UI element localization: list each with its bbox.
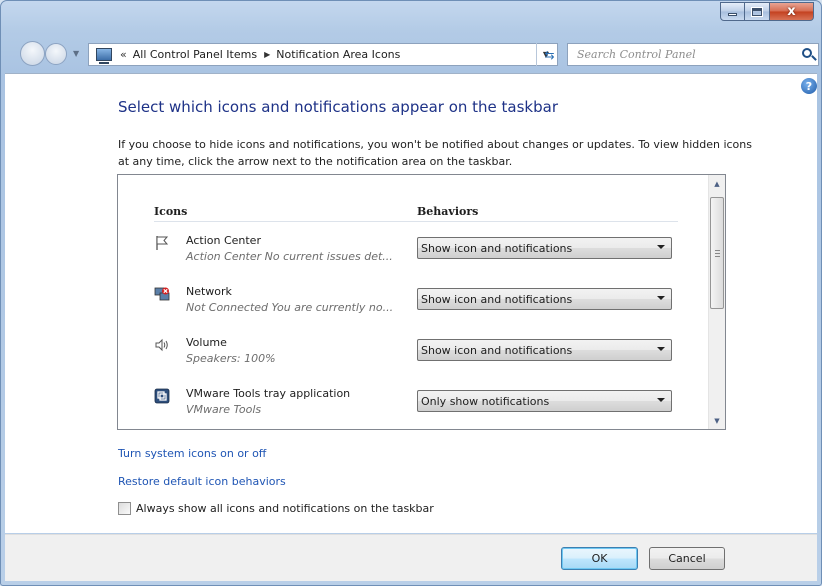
address-bar[interactable]: « All Control Panel Items ▶ Notification… <box>88 43 558 66</box>
behavior-select[interactable]: Only show notifications <box>417 390 672 412</box>
behavior-select[interactable]: Show icon and notifications <box>417 288 672 310</box>
search-icon[interactable] <box>802 48 812 58</box>
item-subtitle: Speakers: 100% <box>186 352 276 365</box>
minimize-button[interactable] <box>720 2 745 21</box>
breadcrumb-separator-icon[interactable]: ▶ <box>264 50 270 59</box>
item-name: Action Center <box>186 234 261 247</box>
ok-button[interactable]: OK <box>561 547 638 570</box>
control-panel-window: x ▼ « All Control Panel Items ▶ Notifica… <box>0 0 822 586</box>
always-show-label[interactable]: Always show all icons and notifications … <box>136 502 434 515</box>
control-panel-icon <box>96 48 112 64</box>
always-show-checkbox[interactable] <box>118 502 131 515</box>
behavior-select-value: Show icon and notifications <box>421 241 573 255</box>
item-subtitle: VMware Tools <box>186 403 262 416</box>
chevron-down-icon <box>657 398 665 402</box>
help-icon[interactable]: ? <box>801 78 817 94</box>
search-input[interactable]: Search Control Panel <box>577 48 696 61</box>
chevron-down-icon <box>657 245 665 249</box>
restore-defaults-link[interactable]: Restore default icon behaviors <box>118 475 286 488</box>
item-name: Network <box>186 285 232 298</box>
list-item: VMware Tools tray application VMware Too… <box>154 385 674 429</box>
speaker-icon <box>155 338 168 352</box>
scroll-up-icon[interactable]: ▲ <box>709 175 725 192</box>
breadcrumb-overflow[interactable]: « <box>120 48 127 61</box>
item-name: Volume <box>186 336 227 349</box>
dialog-footer: OK Cancel <box>5 534 817 581</box>
behavior-select-value: Only show notifications <box>421 394 550 408</box>
maximize-button[interactable] <box>745 2 770 21</box>
content-area: ? Select which icons and notifications a… <box>5 73 817 533</box>
chevron-down-icon <box>657 296 665 300</box>
search-box[interactable]: Search Control Panel <box>567 43 819 66</box>
forward-button[interactable] <box>45 43 67 65</box>
icons-list: Icons Behaviors Action Center Action Cen… <box>117 174 726 430</box>
behavior-select-value: Show icon and notifications <box>421 292 573 306</box>
turn-system-icons-link[interactable]: Turn system icons on or off <box>118 447 266 460</box>
scroll-thumb[interactable] <box>710 197 724 309</box>
item-subtitle: Not Connected You are currently no... <box>186 301 394 314</box>
always-show-option[interactable]: Always show all icons and notifications … <box>118 502 434 515</box>
breadcrumb-notification-area-icons[interactable]: Notification Area Icons <box>276 48 400 61</box>
breadcrumb-all-items[interactable]: All Control Panel Items <box>133 48 257 61</box>
scroll-grip-icon <box>715 250 720 257</box>
item-name: VMware Tools tray application <box>186 387 351 400</box>
back-button[interactable] <box>20 41 45 66</box>
list-item: Action Center Action Center No current i… <box>154 232 674 276</box>
behavior-select[interactable]: Show icon and notifications <box>417 339 672 361</box>
cancel-button[interactable]: Cancel <box>649 547 725 570</box>
recent-pages-dropdown-icon[interactable]: ▼ <box>73 49 79 58</box>
flag-icon <box>156 236 169 250</box>
behavior-select-value: Show icon and notifications <box>421 343 573 357</box>
behaviors-column-header: Behaviors <box>417 205 479 218</box>
chevron-down-icon <box>657 347 665 351</box>
vmware-icon <box>154 388 170 404</box>
icons-column-header: Icons <box>154 205 188 218</box>
close-button[interactable]: x <box>770 2 814 21</box>
close-icon: x <box>787 4 796 19</box>
item-subtitle: Action Center No current issues det... <box>186 250 393 263</box>
minimize-icon <box>728 13 737 16</box>
scroll-down-icon[interactable]: ▼ <box>709 412 725 429</box>
caption-buttons: x <box>720 2 814 21</box>
network-icon <box>154 287 170 301</box>
page-title: Select which icons and notifications app… <box>118 98 558 116</box>
list-item: Volume Speakers: 100% Show icon and noti… <box>154 334 674 378</box>
page-description: If you choose to hide icons and notifica… <box>118 138 752 168</box>
vertical-scrollbar[interactable]: ▲ ▼ <box>708 175 725 429</box>
header-divider <box>154 221 678 222</box>
maximize-icon <box>751 6 763 17</box>
list-item: Network Not Connected You are currently … <box>154 283 674 327</box>
refresh-icon: ⇆ <box>544 47 555 62</box>
behavior-select[interactable]: Show icon and notifications <box>417 237 672 259</box>
refresh-button[interactable]: ⇆ <box>536 43 562 66</box>
